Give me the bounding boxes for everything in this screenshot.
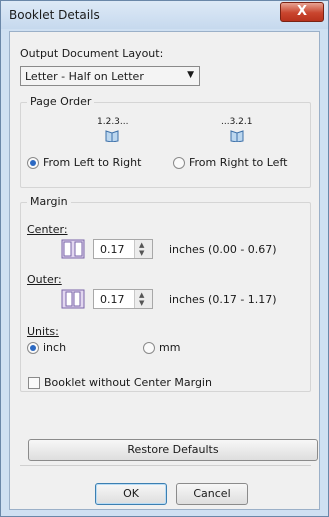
margin-group: Margin Center: 0.17 ▲ ▼ inches (0.00 - 0.… bbox=[20, 195, 311, 392]
output-layout-select[interactable]: Letter - Half on Letter ▼ bbox=[20, 66, 200, 86]
outer-margin-label: Outer: bbox=[27, 273, 62, 286]
dialog-body: Output Document Layout: Letter - Half on… bbox=[9, 31, 320, 510]
center-margin-input[interactable]: 0.17 ▲ ▼ bbox=[93, 239, 153, 259]
cancel-button[interactable]: Cancel bbox=[176, 483, 248, 505]
booklet-right-to-left-icon bbox=[230, 130, 244, 142]
rtl-radio-label[interactable]: From Right to Left bbox=[189, 156, 287, 169]
booklet-left-to-right-icon bbox=[105, 130, 119, 142]
title-bar: Booklet Details X bbox=[1, 1, 328, 29]
unit-inch-radio[interactable] bbox=[27, 342, 39, 354]
close-button[interactable]: X bbox=[280, 2, 324, 22]
booklet-details-dialog: Booklet Details X Output Document Layout… bbox=[0, 0, 329, 517]
unit-mm-radio[interactable] bbox=[143, 342, 155, 354]
center-margin-value: 0.17 bbox=[100, 243, 125, 256]
unit-mm-label[interactable]: mm bbox=[159, 341, 180, 354]
button-separator bbox=[20, 465, 311, 466]
no-center-margin-checkbox[interactable] bbox=[28, 377, 40, 389]
output-layout-value: Letter - Half on Letter bbox=[25, 70, 144, 83]
no-center-margin-label[interactable]: Booklet without Center Margin bbox=[44, 376, 212, 389]
outer-margin-icon bbox=[61, 289, 85, 309]
rtl-radio[interactable] bbox=[173, 157, 185, 169]
page-order-title: Page Order bbox=[27, 95, 95, 108]
units-label: Units: bbox=[27, 325, 59, 338]
outer-margin-value: 0.17 bbox=[100, 293, 125, 306]
restore-defaults-button[interactable]: Restore Defaults bbox=[28, 439, 318, 461]
ltr-radio[interactable] bbox=[27, 157, 39, 169]
center-margin-spinner[interactable]: ▲ ▼ bbox=[134, 240, 152, 258]
center-margin-label: Center: bbox=[27, 223, 68, 236]
page-order-group: Page Order 1.2.3... ...3.2.1 From Left t… bbox=[20, 95, 311, 188]
rtl-icon-caption: ...3.2.1 bbox=[221, 117, 253, 127]
center-margin-icon bbox=[61, 239, 85, 259]
margin-title: Margin bbox=[27, 195, 71, 208]
unit-inch-label[interactable]: inch bbox=[43, 341, 66, 354]
chevron-down-icon: ▼ bbox=[187, 70, 194, 80]
outer-margin-spinner[interactable]: ▲ ▼ bbox=[134, 290, 152, 308]
outer-margin-range: inches (0.17 - 1.17) bbox=[169, 293, 277, 306]
outer-margin-input[interactable]: 0.17 ▲ ▼ bbox=[93, 289, 153, 309]
output-layout-label: Output Document Layout: bbox=[20, 47, 164, 60]
ok-button[interactable]: OK bbox=[95, 483, 167, 505]
center-margin-range: inches (0.00 - 0.67) bbox=[169, 243, 277, 256]
ltr-radio-label[interactable]: From Left to Right bbox=[43, 156, 141, 169]
ltr-icon-caption: 1.2.3... bbox=[97, 117, 129, 127]
dialog-title: Booklet Details bbox=[9, 8, 100, 22]
